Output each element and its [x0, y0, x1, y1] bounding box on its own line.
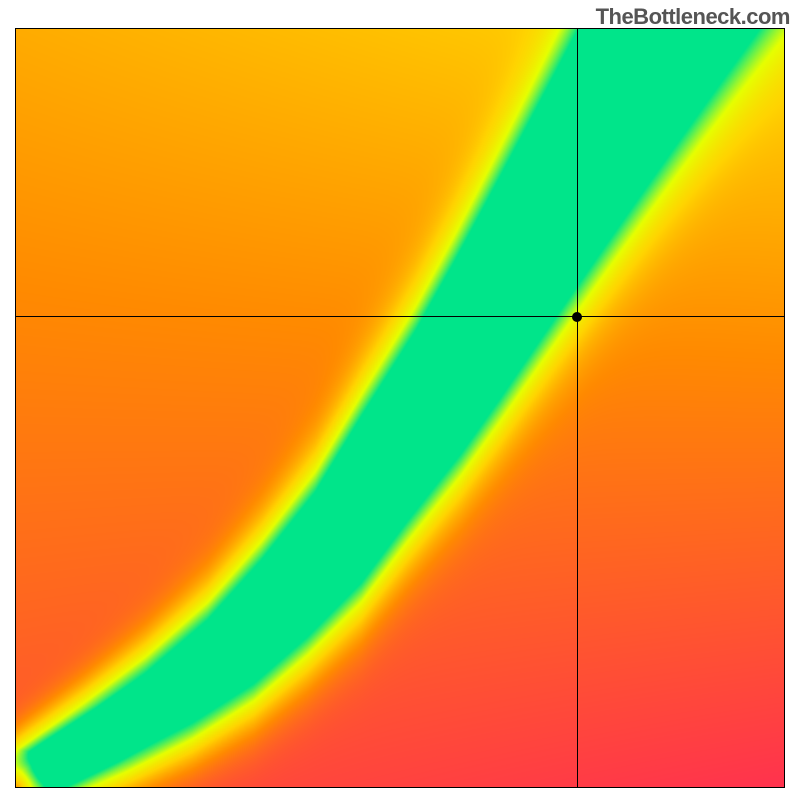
- watermark-text: TheBottleneck.com: [596, 4, 790, 30]
- chart-container: TheBottleneck.com: [0, 0, 800, 800]
- crosshair-marker: [572, 312, 582, 322]
- crosshair-vertical: [577, 28, 578, 788]
- heatmap-canvas: [15, 28, 785, 788]
- crosshair-horizontal: [15, 316, 785, 317]
